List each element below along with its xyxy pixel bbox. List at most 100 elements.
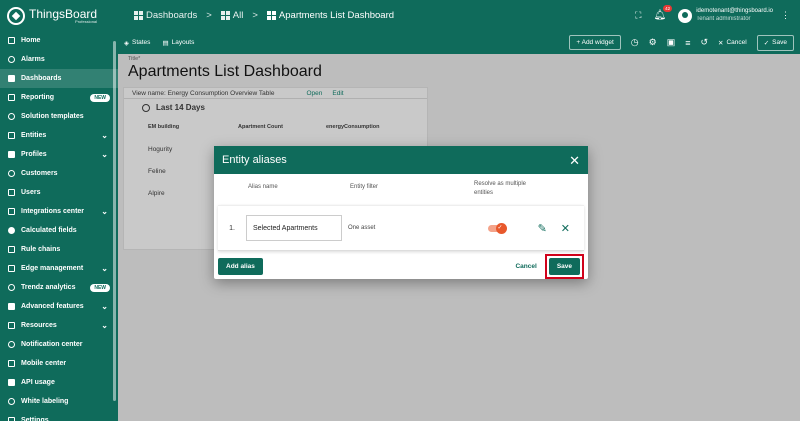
- dashboards-icon: [8, 75, 15, 82]
- settings-icon: [8, 417, 15, 421]
- states-button[interactable]: ◈ States: [124, 39, 150, 47]
- fullscreen-icon[interactable]: ⛶: [635, 10, 641, 21]
- row-number: 1.: [229, 224, 235, 232]
- calculated-fields-icon: [8, 227, 15, 234]
- dashboards-icon: [220, 11, 230, 20]
- chevron-down-icon[interactable]: ⌄: [101, 264, 108, 273]
- dialog-title: Entity aliases: [222, 154, 287, 166]
- breadcrumb-dashboards[interactable]: Dashboards: [134, 10, 197, 21]
- check-icon: ✓: [763, 39, 770, 47]
- chevron-down-icon[interactable]: ⌄: [101, 131, 108, 140]
- sidebar-item-reporting[interactable]: Reporting NEW: [0, 88, 118, 107]
- sidebar-item-home[interactable]: Home: [0, 31, 118, 50]
- sidebar-item-label: Home: [21, 37, 41, 44]
- sidebar-item-trendz-analytics[interactable]: Trendz analytics NEW: [0, 278, 118, 297]
- sidebar-item-notification-center[interactable]: Notification center: [0, 335, 118, 354]
- user-menu[interactable]: idemotenant@thingsboard.io Tenant admini…: [678, 8, 790, 24]
- title-label: Title*: [128, 56, 141, 62]
- chevron-down-icon[interactable]: ⌄: [101, 150, 108, 159]
- sidebar-scrollbar[interactable]: [113, 41, 116, 401]
- settings-icon[interactable]: ⚙: [649, 37, 657, 48]
- sidebar-item-label: Rule chains: [21, 246, 61, 253]
- sidebar-item-entities[interactable]: Entities ⌄: [0, 126, 118, 145]
- sidebar-item-rule-chains[interactable]: Rule chains: [0, 240, 118, 259]
- resolve-multiple-toggle[interactable]: ✓: [488, 222, 507, 234]
- sidebar-item-label: White labeling: [21, 398, 69, 405]
- close-icon: ✕: [718, 39, 724, 47]
- sidebar-item-api-usage[interactable]: API usage: [0, 373, 118, 392]
- sidebar-item-resources[interactable]: Resources ⌄: [0, 316, 118, 335]
- delete-close-icon[interactable]: ✕: [561, 222, 570, 235]
- new-badge: NEW: [90, 93, 110, 102]
- top-bar: ThingsBoard Professional Dashboards > Al…: [0, 0, 800, 31]
- add-widget-button[interactable]: + Add widget: [569, 35, 621, 50]
- cancel-button[interactable]: Cancel: [515, 263, 536, 270]
- white-labeling-icon: [8, 398, 15, 405]
- sidebar-item-white-labeling[interactable]: White labeling: [0, 392, 118, 411]
- sidebar-item-users[interactable]: Users: [0, 183, 118, 202]
- sidebar-item-dashboards[interactable]: Dashboards: [0, 69, 118, 88]
- sidebar-item-mobile-center[interactable]: Mobile center: [0, 354, 118, 373]
- user-email: idemotenant@thingsboard.io: [696, 7, 773, 14]
- sidebar-item-customers[interactable]: Customers: [0, 164, 118, 183]
- chevron-down-icon[interactable]: ⌄: [101, 321, 108, 330]
- sidebar: Home Alarms Dashboards Reporting NEW Solution…: [0, 31, 118, 421]
- sidebar-item-profiles[interactable]: Profiles ⌄: [0, 145, 118, 164]
- dashboard-icon: [266, 11, 276, 20]
- chevron-down-icon[interactable]: ⌄: [101, 207, 108, 216]
- users-icon: [8, 189, 15, 196]
- dialog-header: Entity aliases ✕: [214, 146, 588, 174]
- sidebar-item-label: Trendz analytics: [21, 284, 76, 291]
- image-icon[interactable]: ▣: [667, 37, 676, 48]
- integrations-icon: [8, 208, 15, 215]
- alias-table-header: Alias name Entity filter Resolve as mult…: [214, 174, 588, 202]
- logo[interactable]: ThingsBoard Professional: [0, 6, 118, 25]
- add-alias-button[interactable]: Add alias: [218, 257, 263, 275]
- edit-pencil-icon[interactable]: ✎: [538, 222, 547, 235]
- sidebar-item-integrations-center[interactable]: Integrations center ⌄: [0, 202, 118, 221]
- timewindow-icon[interactable]: ◷: [631, 37, 639, 48]
- layouts-button[interactable]: ▤ Layouts: [162, 39, 194, 47]
- resources-icon: [8, 322, 15, 329]
- templates-icon: [8, 113, 15, 120]
- chevron-down-icon[interactable]: ⌄: [101, 302, 108, 311]
- entity-aliases-dialog: Entity aliases ✕ Alias name Entity filte…: [214, 146, 588, 279]
- entity-filter-column: Entity filter: [350, 184, 379, 190]
- sidebar-item-calculated-fields[interactable]: Calculated fields: [0, 221, 118, 240]
- close-icon[interactable]: ✕: [569, 154, 580, 167]
- dashboards-icon: [134, 11, 143, 20]
- column-header[interactable]: EM building: [148, 124, 238, 130]
- save-dashboard-button[interactable]: ✓ Save: [756, 34, 794, 51]
- history-icon[interactable]: ↺: [700, 37, 708, 48]
- widget-open-link[interactable]: Open: [306, 90, 322, 97]
- app-edition: Professional: [75, 18, 98, 24]
- app-name: ThingsBoard: [29, 6, 98, 21]
- notification-count: 42: [663, 5, 673, 12]
- widget-edit-link[interactable]: Edit: [332, 90, 343, 97]
- customers-icon: [8, 170, 15, 177]
- profiles-icon: [8, 151, 15, 158]
- sidebar-item-label: Alarms: [21, 56, 45, 63]
- column-header[interactable]: energyConsumption: [326, 124, 379, 130]
- more-vert-icon[interactable]: ⋮: [781, 10, 790, 21]
- column-header[interactable]: Apartment Count: [238, 124, 326, 130]
- home-icon: [8, 37, 15, 44]
- sidebar-item-alarms[interactable]: Alarms: [0, 50, 118, 69]
- sidebar-item-label: Users: [21, 189, 41, 196]
- breadcrumb-all[interactable]: All: [220, 10, 243, 21]
- rule-chains-icon: [8, 246, 15, 253]
- save-button[interactable]: Save: [548, 257, 580, 275]
- page-title[interactable]: Apartments List Dashboard: [128, 63, 322, 81]
- sidebar-item-solution-templates[interactable]: Solution templates: [0, 107, 118, 126]
- notifications-bell-icon[interactable]: 🔔︎ 42: [653, 5, 673, 21]
- sidebar-item-advanced-features[interactable]: Advanced features ⌄: [0, 297, 118, 316]
- entities-icon: [8, 132, 15, 139]
- sidebar-item-label: Profiles: [21, 151, 47, 158]
- filter-icon[interactable]: ≡: [685, 38, 690, 48]
- cancel-button[interactable]: ✕ Cancel: [718, 39, 747, 47]
- alias-name-field[interactable]: Selected Apartments: [246, 215, 342, 241]
- breadcrumb-separator: >: [206, 10, 212, 21]
- sidebar-item-label: Calculated fields: [21, 227, 77, 234]
- sidebar-item-edge-management[interactable]: Edge management ⌄: [0, 259, 118, 278]
- sidebar-item-settings[interactable]: Settings: [0, 411, 118, 421]
